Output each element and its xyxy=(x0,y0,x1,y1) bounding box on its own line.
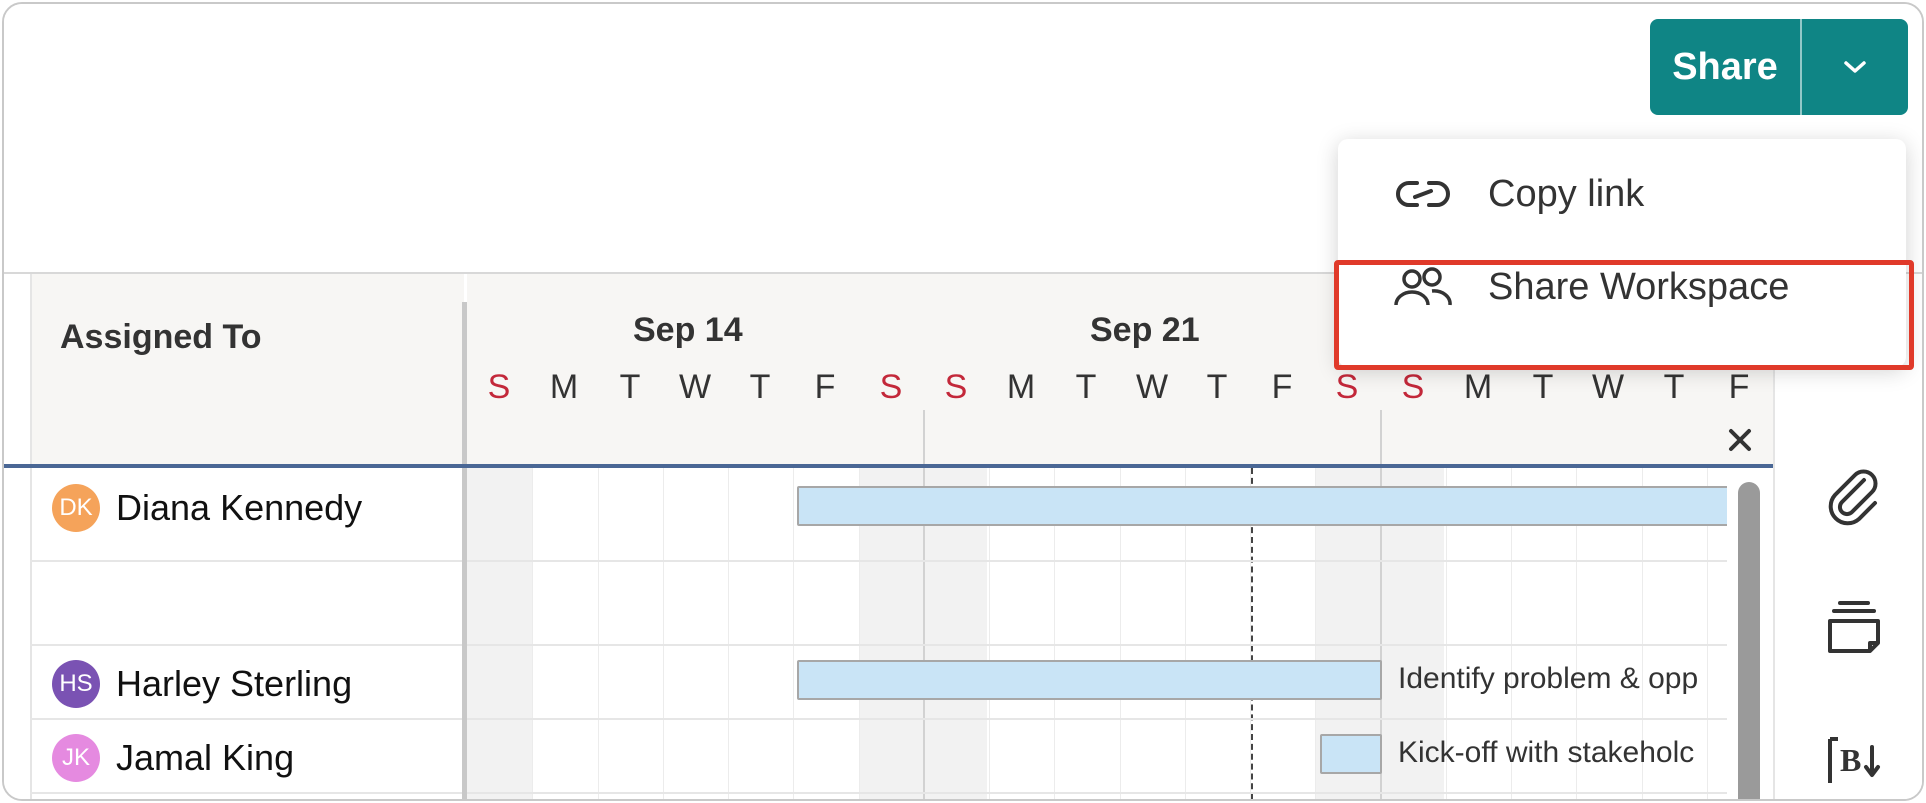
day-label: W xyxy=(1135,368,1169,406)
day-label: T xyxy=(1075,368,1097,406)
weekend-shade xyxy=(467,468,533,799)
day-label: T xyxy=(1532,368,1554,406)
assignee-name: Diana Kennedy xyxy=(116,487,363,528)
share-dropdown-button[interactable] xyxy=(1802,19,1908,115)
assignee-name: Jamal King xyxy=(116,737,295,778)
week-separator xyxy=(1380,410,1382,466)
avatar: HS xyxy=(52,660,100,708)
day-gridline xyxy=(663,468,664,799)
assignee-row[interactable]: HS Harley Sterling xyxy=(52,660,352,708)
assignee-name: Harley Sterling xyxy=(116,663,353,704)
menu-item-share-workspace[interactable]: Share Workspace xyxy=(1338,242,1906,332)
day-label: S xyxy=(944,368,968,406)
week-separator xyxy=(923,410,925,466)
assignee-row[interactable]: DK Diana Kennedy xyxy=(52,484,362,532)
day-label: S xyxy=(487,368,511,406)
day-label: T xyxy=(749,368,771,406)
row-divider xyxy=(30,792,1727,794)
svg-text:B: B xyxy=(1840,742,1861,778)
day-label: S xyxy=(1401,368,1425,406)
avatar: DK xyxy=(52,484,100,532)
day-label: F xyxy=(814,368,836,406)
assigned-to-header[interactable]: Assigned To xyxy=(60,318,262,357)
day-gridline xyxy=(793,468,794,799)
share-split-button: Share xyxy=(1650,19,1908,115)
day-label: M xyxy=(1006,368,1036,406)
app-frame: Share Assigned To Sep 14 Sep 21 SMTWTFSS… xyxy=(2,2,1924,801)
day-gridline xyxy=(598,468,599,799)
row-divider xyxy=(30,718,1727,720)
baseline-icon[interactable]: B xyxy=(1819,722,1889,792)
avatar: JK xyxy=(52,734,100,782)
assigned-column: Assigned To xyxy=(30,274,464,799)
day-label: W xyxy=(1591,368,1625,406)
day-label: M xyxy=(1463,368,1493,406)
assignee-row[interactable]: JK Jamal King xyxy=(52,734,294,782)
paperclip-icon[interactable] xyxy=(1819,461,1889,531)
day-gridline xyxy=(728,468,729,799)
assigned-column-header: Assigned To xyxy=(32,274,464,464)
task-label[interactable]: Identify problem & opp xyxy=(1398,662,1727,696)
task-bar[interactable] xyxy=(797,660,1382,700)
day-label: F xyxy=(1271,368,1293,406)
share-dropdown-menu: Copy link Share Workspace xyxy=(1338,139,1906,367)
menu-item-label: Share Workspace xyxy=(1488,265,1790,308)
task-label[interactable]: Kick-off with stakeholc xyxy=(1398,736,1727,770)
users-icon xyxy=(1388,262,1458,312)
day-label: T xyxy=(1663,368,1685,406)
day-label: S xyxy=(1335,368,1359,406)
row-divider xyxy=(30,644,1727,646)
menu-item-label: Copy link xyxy=(1488,172,1645,215)
day-label: T xyxy=(619,368,641,406)
day-gridline xyxy=(532,468,533,799)
day-label: M xyxy=(549,368,579,406)
link-icon xyxy=(1388,169,1458,219)
close-icon[interactable] xyxy=(1722,422,1758,458)
menu-item-copy-link[interactable]: Copy link xyxy=(1338,149,1906,239)
day-label: S xyxy=(879,368,903,406)
week-label: Sep 14 xyxy=(633,311,743,349)
share-button[interactable]: Share xyxy=(1650,19,1800,115)
vertical-scrollbar[interactable] xyxy=(1738,482,1760,799)
column-resize-handle[interactable] xyxy=(462,302,467,799)
task-bar[interactable] xyxy=(1320,734,1382,774)
timeline-body: Identify problem & opp Kick-off with sta… xyxy=(467,468,1727,799)
chevron-down-icon xyxy=(1844,61,1866,73)
day-label: W xyxy=(678,368,712,406)
day-label: F xyxy=(1728,368,1750,406)
week-label: Sep 21 xyxy=(1090,311,1200,349)
day-label: T xyxy=(1206,368,1228,406)
row-divider xyxy=(30,560,1727,562)
cards-icon[interactable] xyxy=(1819,592,1889,662)
task-bar[interactable] xyxy=(797,486,1727,526)
header-divider xyxy=(4,464,1773,468)
